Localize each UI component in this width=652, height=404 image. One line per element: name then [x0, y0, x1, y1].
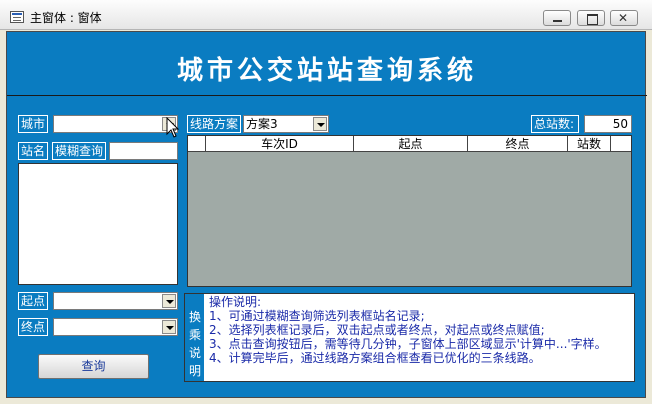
- window-titlebar[interactable]: 主窗体 : 窗体 ✕: [0, 0, 652, 30]
- column-header-trip-id[interactable]: 车次ID: [206, 136, 354, 152]
- end-combobox[interactable]: [53, 318, 178, 336]
- instruction-line: 2、选择列表框记录后，双击起点或者终点，对起点或终点赋值;: [209, 323, 545, 337]
- maximize-icon: [587, 14, 598, 25]
- close-icon: ✕: [618, 11, 629, 25]
- chevron-down-icon[interactable]: [162, 294, 176, 308]
- chevron-down-icon[interactable]: [313, 117, 327, 131]
- column-header-start[interactable]: 起点: [354, 136, 468, 152]
- total-stations-field: 50: [584, 115, 632, 133]
- minimize-button[interactable]: [543, 10, 571, 26]
- grid-header: 车次ID 起点 终点 站数: [188, 136, 631, 152]
- instruction-line: 操作说明:: [209, 295, 262, 309]
- city-combobox[interactable]: [53, 115, 178, 133]
- side-label-char: 说: [189, 346, 202, 360]
- window-title: 主窗体 : 窗体: [30, 11, 102, 25]
- record-selector-header[interactable]: [188, 136, 206, 152]
- main-form: 城市公交站站查询系统 城市 站名 模糊查询 起点 终点 查询 线路方案 方案3 …: [6, 31, 647, 398]
- form-icon: [10, 11, 24, 23]
- side-label-char: 乘: [189, 328, 202, 342]
- column-header-end[interactable]: 终点: [468, 136, 568, 152]
- city-label: 城市: [18, 115, 48, 133]
- end-label: 终点: [18, 318, 48, 336]
- station-search-input[interactable]: [109, 142, 178, 160]
- instruction-line: 4、计算完毕后，通过线路方案组合框查看已优化的三条线路。: [209, 351, 541, 365]
- column-header-station-count[interactable]: 站数: [568, 136, 611, 152]
- instructions-side-label: 换 乘 说 明: [185, 294, 205, 381]
- route-plan-value: 方案3: [246, 117, 278, 131]
- route-plan-combobox[interactable]: 方案3: [243, 115, 329, 133]
- header-divider: [7, 95, 647, 96]
- page-title: 城市公交站站查询系统: [176, 56, 477, 86]
- minimize-icon: [553, 20, 562, 22]
- start-combobox[interactable]: [53, 292, 178, 310]
- start-label: 起点: [18, 292, 48, 310]
- close-button[interactable]: ✕: [610, 10, 638, 26]
- maximize-button[interactable]: [577, 10, 605, 26]
- results-subform[interactable]: 车次ID 起点 终点 站数: [187, 135, 632, 287]
- total-stations-value: 50: [612, 117, 628, 131]
- instructions-box: 换 乘 说 明 操作说明: 1、可通过模糊查询筛选列表框站名记录; 2、选择列表…: [184, 293, 635, 382]
- station-listbox[interactable]: [18, 163, 178, 285]
- side-label-char: 明: [189, 364, 202, 378]
- instruction-line: 3、点击查询按钮后，需等待几分钟，子窗体上部区域显示'计算中...'字样。: [209, 337, 607, 351]
- total-stations-label: 总站数:: [531, 115, 579, 133]
- side-label-char: 换: [189, 310, 202, 324]
- station-label: 站名: [18, 142, 48, 160]
- chevron-down-icon[interactable]: [162, 320, 176, 334]
- mouse-cursor-icon: [166, 117, 180, 138]
- route-plan-label: 线路方案: [187, 115, 241, 133]
- instruction-line: 1、可通过模糊查询筛选列表框站名记录;: [209, 309, 425, 323]
- fuzzy-search-label: 模糊查询: [52, 142, 106, 160]
- query-button[interactable]: 查询: [38, 354, 149, 379]
- instructions-text: 操作说明: 1、可通过模糊查询筛选列表框站名记录; 2、选择列表框记录后，双击起…: [209, 295, 634, 365]
